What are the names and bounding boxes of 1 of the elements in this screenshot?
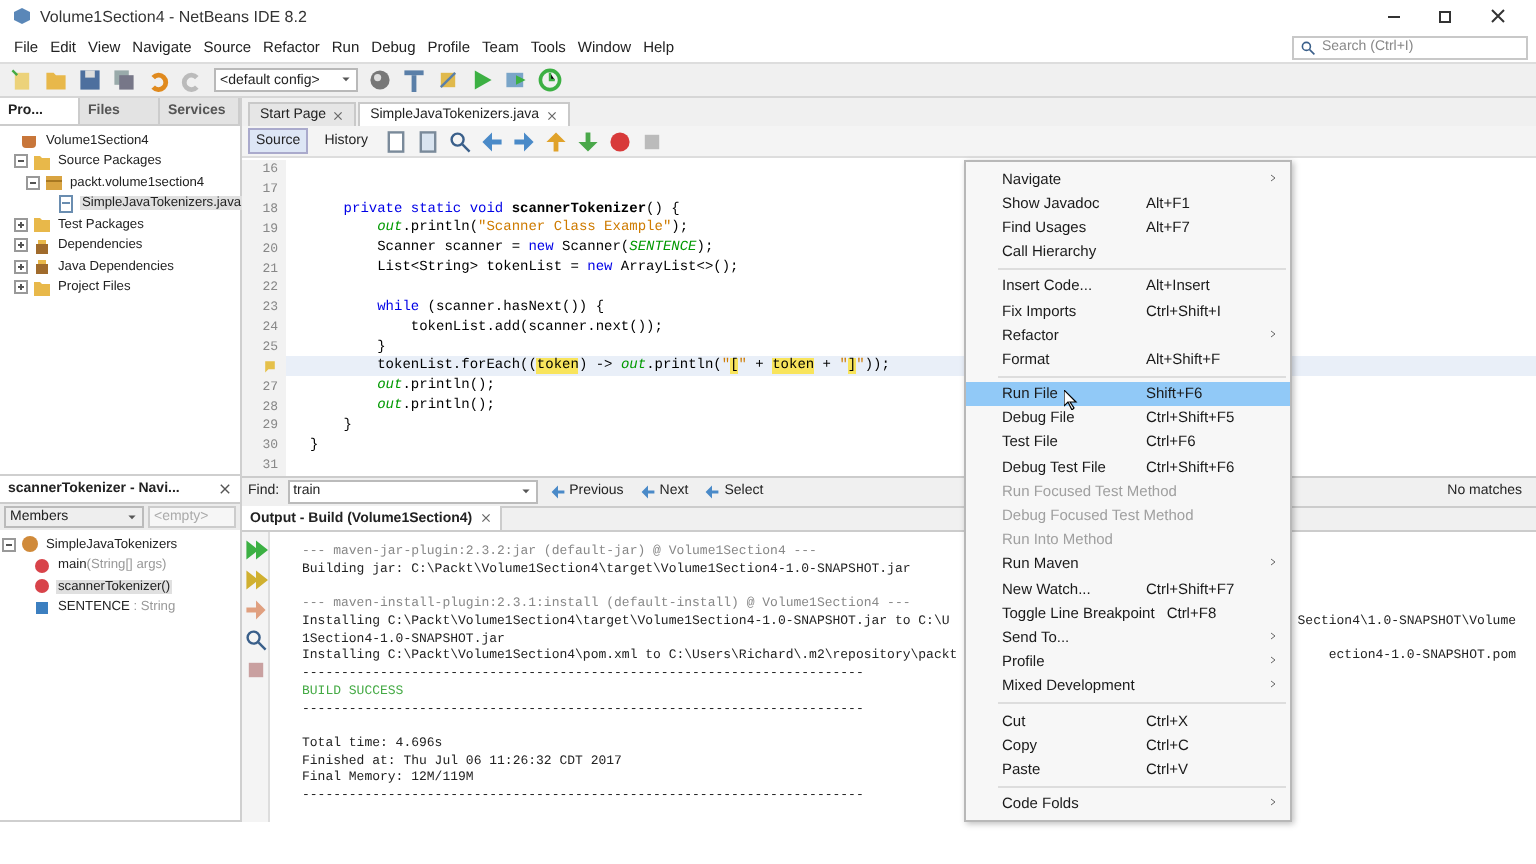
window-title: Volume1Section4 - NetBeans IDE 8.2 — [40, 7, 307, 25]
